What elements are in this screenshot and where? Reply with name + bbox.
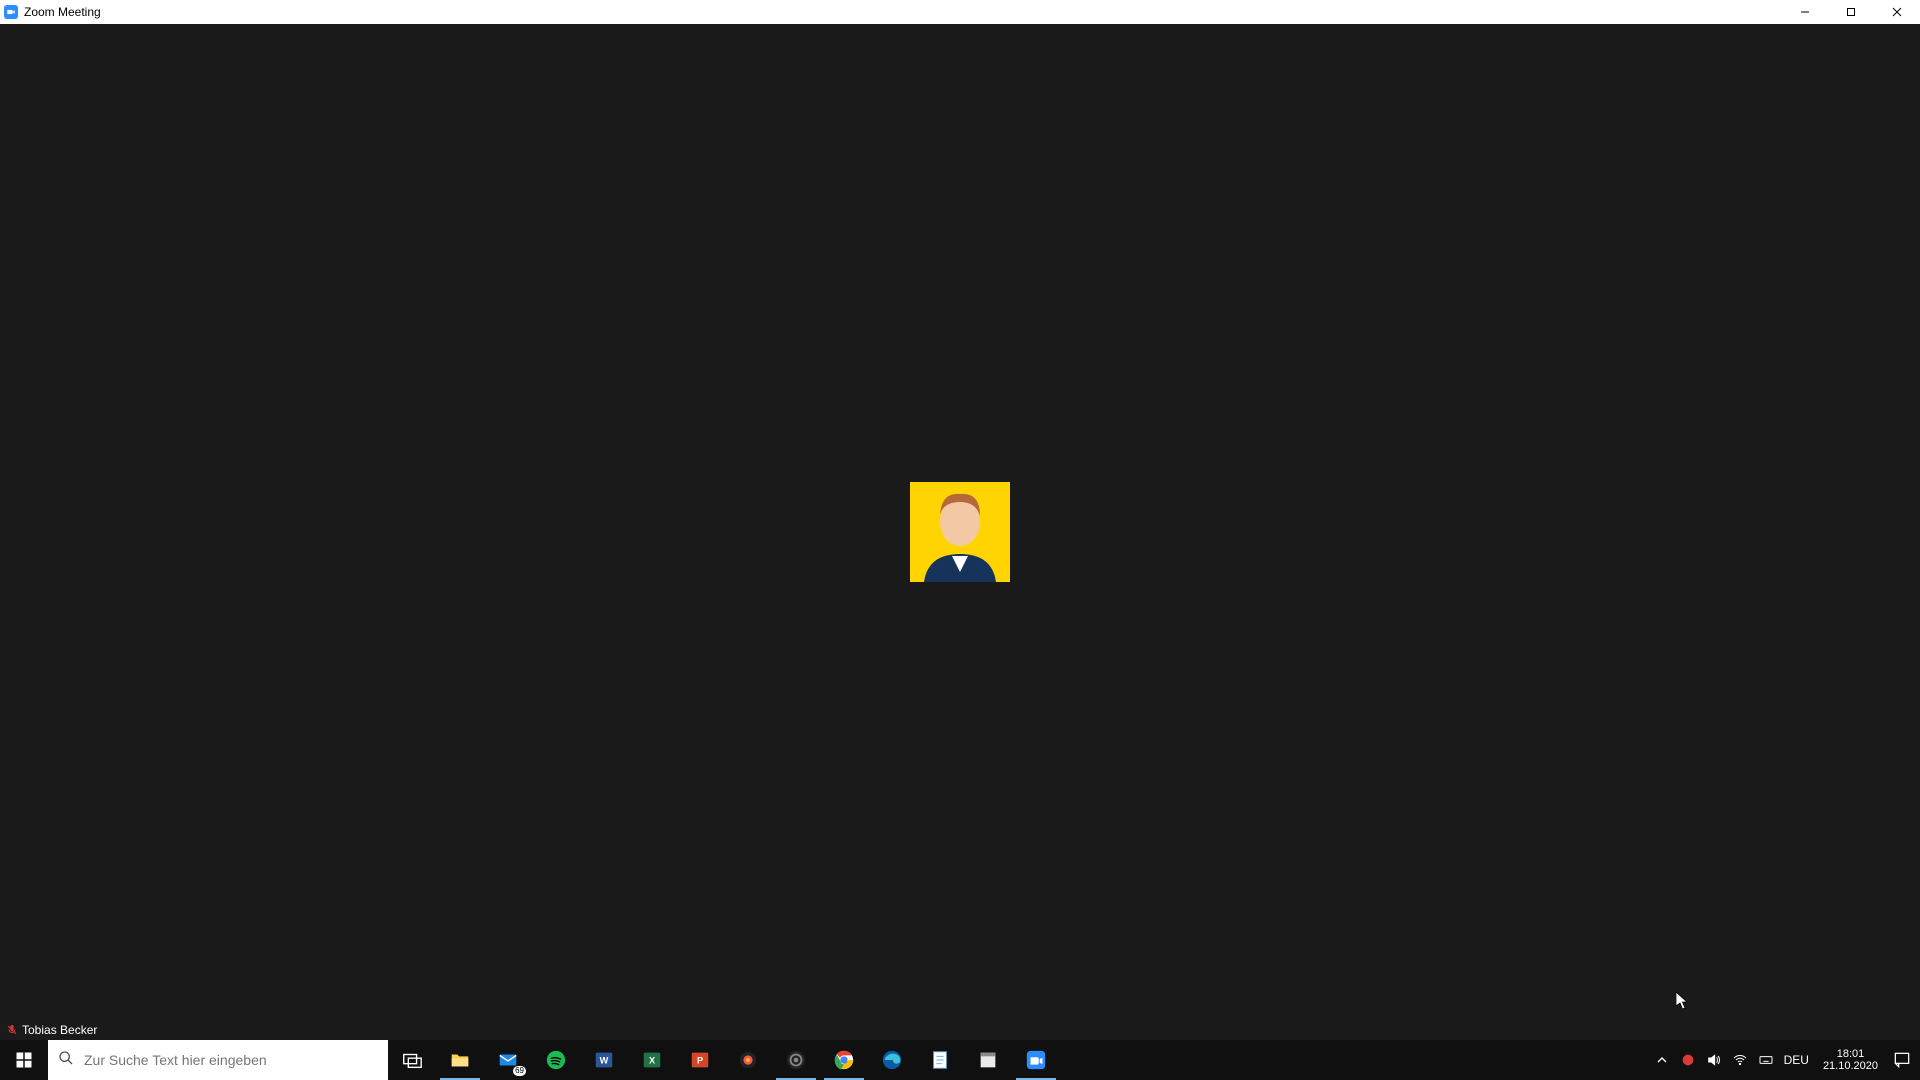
mic-muted-icon bbox=[6, 1024, 18, 1036]
participant-name: Tobias Becker bbox=[22, 1023, 97, 1037]
tray-overflow-icon[interactable] bbox=[1654, 1052, 1670, 1068]
taskbar-app-spotify[interactable] bbox=[532, 1040, 580, 1080]
taskbar-app-notepad[interactable] bbox=[916, 1040, 964, 1080]
search-input[interactable] bbox=[84, 1052, 378, 1068]
taskbar-app-chrome[interactable] bbox=[820, 1040, 868, 1080]
tray-volume-icon[interactable] bbox=[1706, 1052, 1722, 1068]
tray-input-icon[interactable] bbox=[1758, 1052, 1774, 1068]
svg-text:W: W bbox=[600, 1056, 609, 1066]
tray-wifi-icon[interactable] bbox=[1732, 1052, 1748, 1068]
taskbar-app-edge[interactable] bbox=[868, 1040, 916, 1080]
taskbar-app-word[interactable]: W bbox=[580, 1040, 628, 1080]
participant-avatar bbox=[910, 482, 1010, 582]
tray-date: 21.10.2020 bbox=[1823, 1060, 1878, 1072]
tray-recording-icon[interactable] bbox=[1680, 1052, 1696, 1068]
taskbar-app-obs[interactable] bbox=[772, 1040, 820, 1080]
tray-language[interactable]: DEU bbox=[1784, 1053, 1809, 1067]
video-area[interactable]: Tobias Becker bbox=[0, 24, 1920, 1040]
taskbar-app-powerpoint[interactable]: P bbox=[676, 1040, 724, 1080]
zoom-app-icon bbox=[4, 5, 18, 19]
minimize-button[interactable] bbox=[1782, 0, 1828, 24]
search-box[interactable] bbox=[48, 1040, 388, 1080]
taskbar-app-mail[interactable]: 69 bbox=[484, 1040, 532, 1080]
system-tray: DEU 18:01 21.10.2020 bbox=[1646, 1040, 1920, 1080]
start-button[interactable] bbox=[0, 1040, 48, 1080]
svg-text:X: X bbox=[649, 1056, 656, 1066]
close-button[interactable] bbox=[1874, 0, 1920, 24]
window-title: Zoom Meeting bbox=[24, 5, 101, 19]
taskbar-app-zoom[interactable] bbox=[1012, 1040, 1060, 1080]
search-icon bbox=[58, 1050, 74, 1071]
tray-clock[interactable]: 18:01 21.10.2020 bbox=[1819, 1048, 1882, 1072]
tray-time: 18:01 bbox=[1823, 1048, 1878, 1060]
task-view-button[interactable] bbox=[388, 1040, 436, 1080]
mail-badge: 69 bbox=[513, 1066, 526, 1076]
svg-text:P: P bbox=[697, 1056, 703, 1066]
zoom-window: Zoom Meeting bbox=[0, 0, 1920, 1040]
titlebar: Zoom Meeting bbox=[0, 0, 1920, 24]
taskbar-app-excel[interactable]: X bbox=[628, 1040, 676, 1080]
taskbar-app-generic-2[interactable] bbox=[964, 1040, 1012, 1080]
taskbar-app-explorer[interactable] bbox=[436, 1040, 484, 1080]
participant-label: Tobias Becker bbox=[4, 1022, 99, 1038]
taskbar: 69 W X P bbox=[0, 1040, 1920, 1080]
maximize-button[interactable] bbox=[1828, 0, 1874, 24]
tray-notifications-icon[interactable] bbox=[1892, 1050, 1912, 1070]
taskbar-app-generic-1[interactable] bbox=[724, 1040, 772, 1080]
window-controls bbox=[1782, 0, 1920, 24]
